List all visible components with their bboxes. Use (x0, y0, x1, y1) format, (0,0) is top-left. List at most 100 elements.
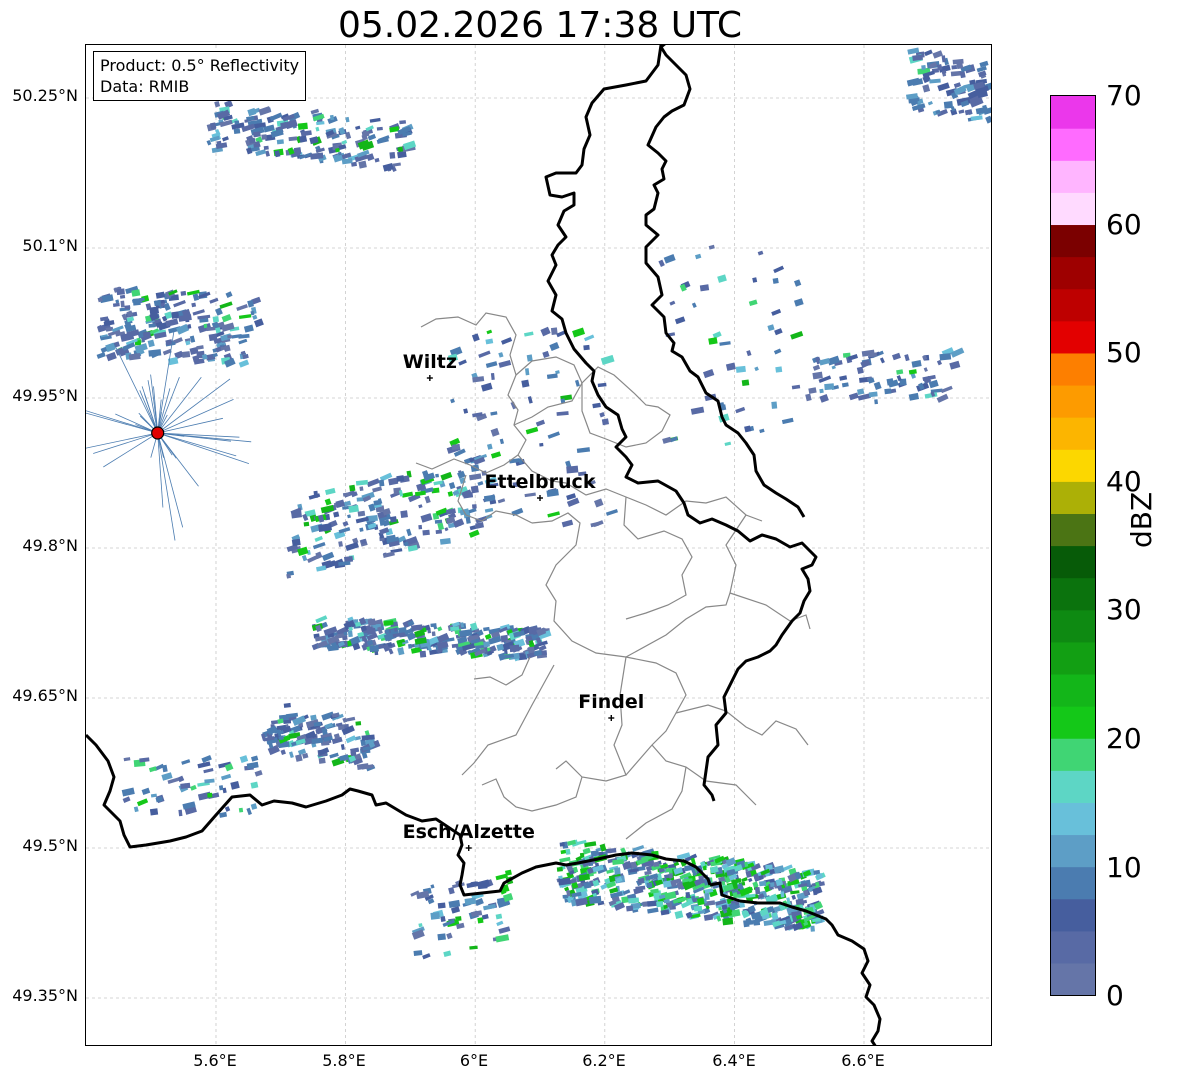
colorbar-swatch (1051, 513, 1095, 547)
echo-cell (238, 314, 252, 319)
colorbar-swatch (1051, 834, 1095, 868)
echo-cell (286, 573, 292, 579)
echo-cell (190, 784, 197, 791)
echo-cell (472, 504, 477, 509)
echo-cell (451, 443, 461, 450)
echo-cell (301, 555, 308, 562)
echo-cell (192, 293, 200, 301)
echo-cell (765, 864, 773, 871)
echo-cell (350, 751, 357, 757)
echo-cell (463, 408, 469, 414)
echo-cell (964, 109, 973, 116)
echo-cell (626, 905, 634, 912)
echo-cell (161, 772, 173, 781)
echo-cell (221, 773, 232, 781)
echo-cell (227, 334, 233, 339)
echo-cell (696, 897, 705, 906)
echo-cell (486, 329, 493, 335)
echo-cell (314, 535, 323, 542)
echo-cell (774, 328, 783, 336)
lon-tick-label: 6.2°E (582, 1051, 626, 1070)
echo-cell (359, 527, 364, 532)
echo-cell (313, 490, 319, 499)
echo-cell (299, 135, 308, 143)
echo-cell (469, 525, 477, 531)
colorbar-swatch (1051, 256, 1095, 290)
colorbar-swatch (1051, 609, 1095, 643)
echo-cell (525, 426, 539, 435)
echo-cell (584, 334, 595, 342)
echo-cell (196, 345, 204, 350)
echo-cell (180, 782, 191, 789)
radar-site-marker[interactable] (151, 426, 165, 440)
echo-cell (478, 350, 491, 358)
radar-map[interactable]: Wiltz Ettelbruck Findel Esch/Alzette (85, 44, 992, 1046)
echo-cell (490, 451, 502, 459)
city-label: Esch/Alzette (403, 821, 535, 843)
echo-cell (556, 330, 566, 338)
echo-cell (250, 803, 258, 810)
echo-cell (366, 478, 380, 488)
lat-tick-label: 50.25°N (12, 86, 78, 105)
echo-cell (527, 396, 533, 404)
echo-cell (163, 302, 171, 311)
echo-cell (254, 770, 263, 777)
echo-cell (593, 498, 604, 508)
clutter-ray (103, 432, 158, 468)
city-label: Ettelbruck (485, 471, 596, 493)
echo-cell (824, 383, 835, 391)
echo-cell (656, 901, 664, 908)
city-marker: Esch/Alzette (403, 821, 535, 851)
echo-cell (435, 473, 439, 478)
echo-cell (355, 721, 362, 726)
echo-cell (347, 514, 352, 519)
echo-cell (258, 106, 271, 116)
echo-cell (222, 136, 229, 142)
echo-cell (791, 894, 797, 900)
echo-cell (295, 754, 303, 762)
echo-cell (540, 326, 551, 337)
echo-cell (446, 932, 453, 940)
colorbar-swatch (1051, 128, 1095, 161)
echo-cell (318, 757, 326, 764)
echo-cell (324, 498, 332, 506)
echo-cell (868, 391, 878, 398)
graticule (86, 45, 991, 1045)
echo-cell (291, 538, 301, 547)
echo-cell (414, 490, 426, 497)
echo-cell (149, 808, 159, 816)
colorbar-tick-label: 70 (1106, 79, 1142, 112)
echo-cell (477, 481, 484, 486)
echo-cell (717, 274, 727, 283)
echo-cell (263, 145, 269, 150)
echo-cell (208, 333, 218, 342)
lon-tick-label: 5.6°E (193, 1051, 237, 1070)
map-canvas: Wiltz Ettelbruck Findel Esch/Alzette (86, 45, 991, 1045)
echo-cell (234, 120, 240, 125)
echo-cell (884, 388, 892, 395)
echo-cell (209, 297, 219, 304)
lat-tick-label: 49.35°N (12, 986, 78, 1005)
reflectivity-layer (86, 47, 991, 960)
echo-cell (712, 331, 722, 339)
echo-cell (839, 375, 848, 381)
echo-cell (437, 902, 446, 909)
echo-cell (224, 806, 231, 812)
echo-cell (233, 128, 241, 135)
echo-cell (382, 162, 394, 172)
map-title: 05.02.2026 17:38 UTC (337, 5, 743, 46)
echo-cell (218, 785, 224, 791)
echo-cell (772, 912, 777, 917)
echo-cell (674, 910, 684, 919)
echo-cell (389, 516, 397, 523)
echo-cell (321, 551, 335, 562)
echo-cell (593, 520, 604, 528)
echo-cell (904, 354, 910, 362)
colorbar-tick-label: 0 (1106, 979, 1124, 1012)
colorbar-swatch (1051, 449, 1095, 482)
echo-cell (831, 365, 836, 370)
echo-cell (748, 299, 758, 307)
colorbar-swatch (1051, 384, 1095, 418)
echo-cell (268, 742, 274, 749)
echo-cell (754, 366, 759, 372)
